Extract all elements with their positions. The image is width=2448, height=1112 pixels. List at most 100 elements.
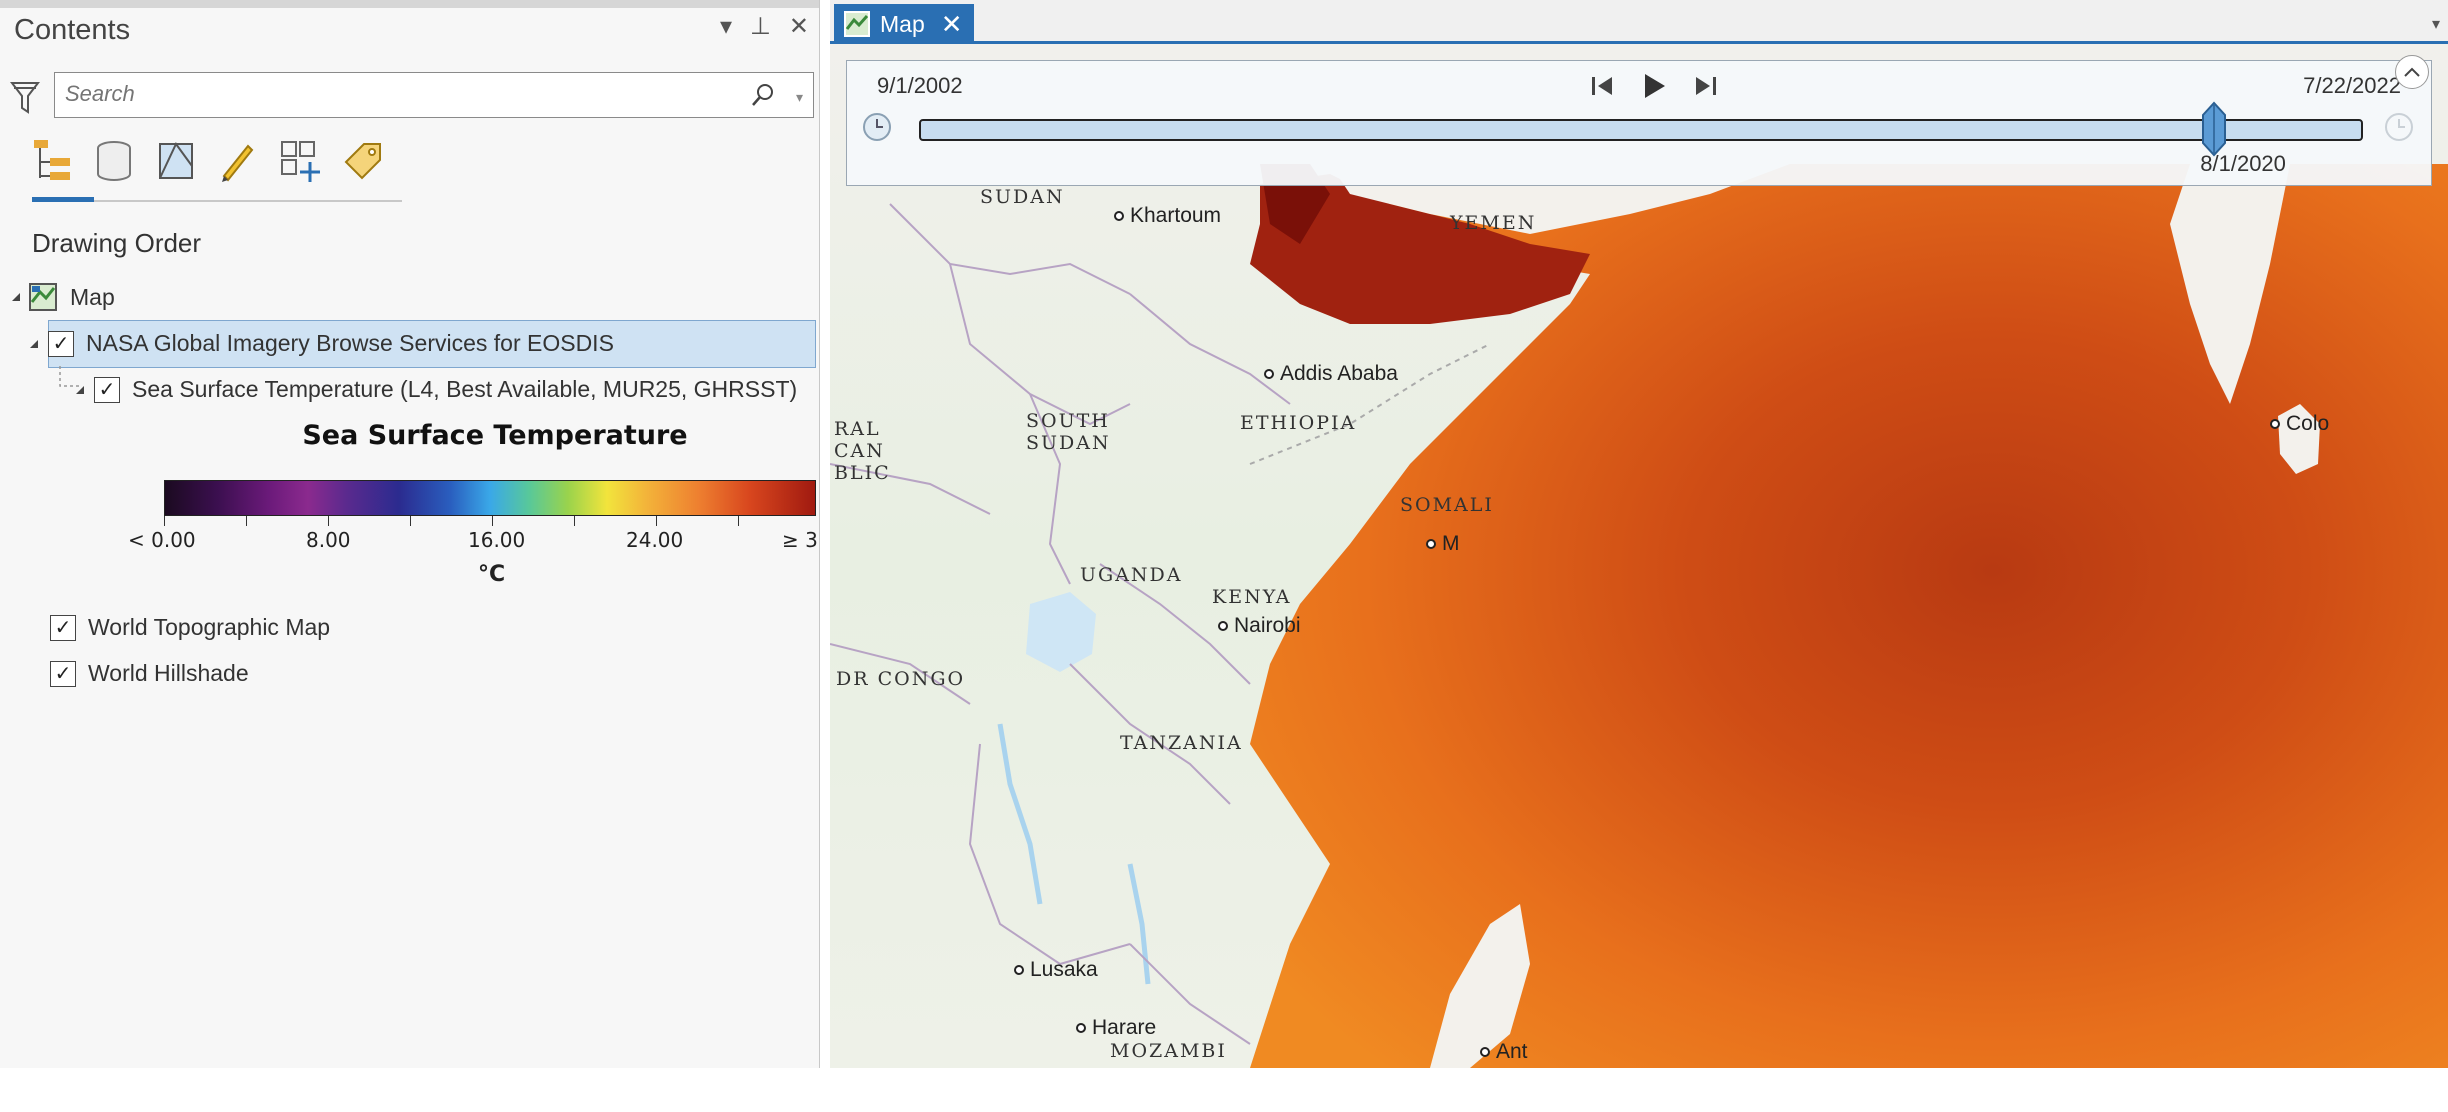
label-kenya: KENYA [1212, 586, 1292, 608]
city-label: Lusaka [1030, 958, 1098, 981]
map-icon [29, 283, 57, 311]
bottom-margin [0, 1068, 2448, 1112]
city-dot [2270, 419, 2280, 429]
pane-title: Contents [14, 14, 131, 46]
time-clock-icon[interactable] [861, 111, 893, 143]
city-dot [1114, 211, 1124, 221]
ramp-tick [492, 516, 493, 526]
visibility-checkbox[interactable]: ✓ [48, 330, 74, 357]
tree-item-map[interactable]: Map [12, 282, 115, 312]
visibility-checkbox[interactable]: ✓ [50, 660, 76, 687]
label-uganda: UGANDA [1080, 564, 1183, 586]
list-by-editing-icon[interactable] [214, 134, 262, 188]
city-dot [1218, 621, 1228, 631]
city-label: M [1442, 532, 1460, 555]
search-icon[interactable] [749, 81, 777, 109]
map-icon [844, 11, 870, 37]
ramp-tick [246, 516, 247, 526]
tree-item-label: Sea Surface Temperature (L4, Best Availa… [132, 376, 798, 402]
city-dot [1014, 965, 1024, 975]
filter-icon[interactable] [10, 80, 40, 116]
city-label: Nairobi [1234, 614, 1301, 637]
city-nairobi: Nairobi [1218, 614, 1301, 638]
label-car-2: CAN [834, 440, 885, 462]
pin-icon[interactable]: ⊥ [750, 12, 771, 42]
color-ramp [164, 480, 816, 516]
ramp-tick [738, 516, 739, 526]
tab-list-icon[interactable]: ▾ [2432, 14, 2440, 34]
time-slider-track[interactable] [919, 119, 2363, 141]
drawing-order-heading: Drawing Order [32, 228, 202, 258]
list-by-selection-icon[interactable] [152, 134, 200, 188]
step-back-icon[interactable] [1587, 71, 1617, 101]
list-by-labeling-icon[interactable] [338, 134, 386, 188]
search-field[interactable]: ▾ [54, 72, 814, 118]
ramp-label-16: 16.00 [468, 528, 526, 552]
time-slider-thumb[interactable] [2199, 101, 2229, 157]
list-by-snapping-icon[interactable] [276, 134, 324, 188]
city-label: Addis Ababa [1280, 362, 1398, 385]
city-dot [1426, 539, 1436, 549]
city-label: Colo [2286, 412, 2330, 435]
tree-item-hillshade[interactable]: ✓ World Hillshade [50, 660, 249, 687]
collapse-slider-icon[interactable] [2395, 55, 2429, 89]
ramp-tick [574, 516, 575, 526]
close-icon[interactable]: ✕ [789, 12, 809, 42]
time-start-label: 9/1/2002 [877, 73, 963, 98]
contents-toolbar [28, 134, 386, 188]
close-tab-icon[interactable]: ✕ [941, 9, 963, 40]
playback-controls [1587, 71, 1721, 101]
label-tanzania: TANZANIA [1120, 732, 1243, 754]
map-canvas[interactable] [830, 44, 2448, 1068]
label-car-1: RAL [834, 418, 881, 440]
list-by-data-source-icon[interactable] [90, 134, 138, 188]
time-slider: 9/1/2002 7/22/2022 8/1/2020 [846, 55, 2432, 186]
visibility-checkbox[interactable]: ✓ [94, 376, 120, 403]
city-dot [1076, 1023, 1086, 1033]
city-label: Ant [1496, 1040, 1528, 1063]
label-south-sudan: SOUTH [1026, 410, 1110, 432]
tree-item-sst-layer[interactable]: ✓ Sea Surface Temperature (L4, Best Avai… [76, 376, 797, 403]
collapse-icon[interactable] [12, 293, 20, 301]
time-end-label: 7/22/2022 [2303, 73, 2401, 98]
time-current-label: 8/1/2020 [2200, 151, 2286, 176]
tree-item-label: Map [70, 283, 115, 310]
legend-title: Sea Surface Temperature [302, 420, 688, 451]
play-icon[interactable] [1639, 71, 1669, 101]
tree-item-topographic[interactable]: ✓ World Topographic Map [50, 614, 330, 641]
list-by-drawing-order-icon[interactable] [28, 134, 76, 188]
step-forward-icon[interactable] [1691, 71, 1721, 101]
search-input[interactable] [55, 73, 695, 115]
tab-strip: Map ✕ ▾ [830, 0, 2448, 44]
tab-label: Map [880, 10, 925, 37]
ramp-tick [410, 516, 411, 526]
pane-top-border [0, 0, 819, 8]
ramp-tick [328, 516, 329, 526]
collapse-icon[interactable] [30, 339, 38, 348]
map-view[interactable]: Map ✕ ▾ SUDAN YEMEN ETHIOPIA SOUTH SUDAN… [830, 0, 2448, 1068]
legend-unit: °C [478, 562, 506, 587]
pane-controls: ▾ ⊥ ✕ [720, 12, 809, 42]
city-dot [1264, 369, 1274, 379]
city-mogadishu: M [1426, 532, 1460, 556]
city-khartoum: Khartoum [1114, 204, 1221, 228]
tab-map[interactable]: Map ✕ [834, 4, 974, 44]
search-options-icon[interactable]: ▾ [796, 89, 803, 106]
label-sudan: SUDAN [980, 186, 1065, 208]
label-yemen: YEMEN [1450, 212, 1537, 234]
ramp-label-8: 8.00 [306, 528, 351, 552]
label-dr-congo: DR CONGO [836, 668, 966, 690]
city-harare: Harare [1076, 1016, 1156, 1040]
tree-item-label: World Hillshade [88, 660, 249, 686]
ramp-label-24: 24.00 [626, 528, 684, 552]
ramp-tick [164, 516, 165, 526]
time-settings-icon[interactable] [2381, 111, 2417, 143]
visibility-checkbox[interactable]: ✓ [50, 614, 76, 641]
ramp-label-max: ≥ 3 [782, 528, 818, 552]
contents-pane: Contents ▾ ⊥ ✕ ▾ [0, 0, 820, 1068]
tree-item-group-layer[interactable]: ✓ NASA Global Imagery Browse Services fo… [30, 330, 614, 357]
pane-options-icon[interactable]: ▾ [720, 12, 732, 42]
city-antananarivo: Ant [1480, 1040, 1528, 1064]
ramp-label-min: < 0.00 [128, 528, 196, 552]
ramp-ticks [164, 516, 816, 526]
